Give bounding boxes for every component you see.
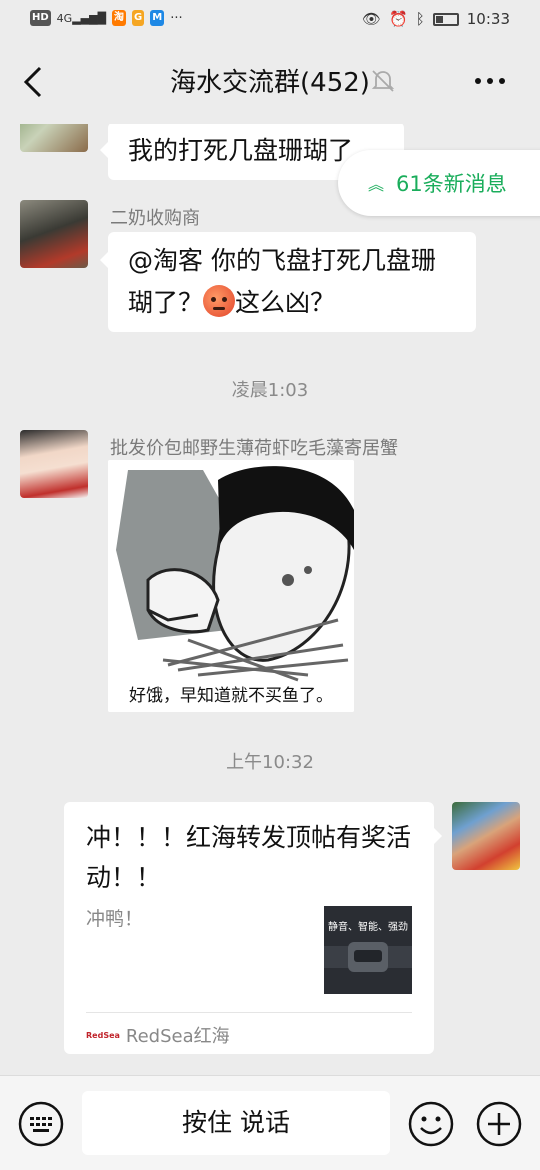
alarm-icon: ⏰	[389, 10, 408, 28]
card-divider	[86, 1012, 412, 1013]
link-card-source: RedSea RedSea红海	[86, 1022, 230, 1048]
app-notification-icon: M	[150, 10, 165, 26]
link-card-description: 冲鸭！	[86, 908, 144, 930]
more-dots-icon	[475, 78, 505, 84]
redsea-logo-icon: RedSea	[86, 1030, 120, 1040]
sticker-image[interactable]: 好饿，早知道就不买鱼了。	[108, 460, 354, 712]
signal-icon: 4G▂▄▆█	[56, 11, 107, 25]
more-notifications-icon: ···	[170, 10, 183, 26]
sender-name: 批发价包邮野生薄荷虾吃毛藻寄居蟹	[110, 438, 398, 459]
avatar[interactable]	[20, 124, 88, 152]
hold-to-talk-button[interactable]: 按住 说话	[82, 1091, 390, 1155]
status-time: 10:33	[466, 10, 510, 28]
eye-icon: 👁	[362, 10, 382, 28]
smiley-icon	[408, 1101, 454, 1147]
message-bubble[interactable]: @淘客 你的飞盘打死几盘珊瑚了？ 这么凶？	[100, 232, 476, 332]
sticker-caption: 好饿，早知道就不买鱼了。	[129, 686, 333, 706]
avatar[interactable]	[20, 430, 88, 498]
keyboard-toggle-button[interactable]	[18, 1101, 64, 1147]
meme-sticker-icon	[108, 460, 354, 712]
link-card-title: 冲！！！红海转发顶帖有奖活动！！	[86, 823, 412, 892]
status-bar: HD 4G▂▄▆█ 淘 G M ··· 👁 ⏰ ᛒ 10:33	[0, 0, 540, 40]
product-image-icon	[324, 942, 412, 972]
source-name: RedSea红海	[125, 1026, 230, 1047]
message-text: 我的打死几盘珊瑚了	[128, 136, 354, 165]
status-left-icons: HD 4G▂▄▆█ 淘 G M ···	[30, 10, 183, 26]
timestamp: 上午10:32	[226, 752, 314, 773]
chat-title: 海水交流群(452)	[170, 68, 370, 98]
taobao-app-icon: 淘	[112, 10, 127, 26]
my-avatar[interactable]	[452, 802, 520, 870]
battery-icon	[432, 12, 459, 26]
message-text: 这么凶？	[235, 288, 336, 317]
shared-link-card[interactable]: 冲！！！红海转发顶帖有奖活动！！ 冲鸭！ 静音、智能、强劲 RedSea Red…	[64, 802, 442, 1054]
status-right-icons: 👁 ⏰ ᛒ 10:33	[362, 10, 510, 28]
angry-face-emoji-icon	[203, 285, 236, 317]
more-options-button[interactable]	[470, 66, 510, 96]
sender-name: 二奶收购商	[110, 208, 200, 229]
hd-icon: HD	[30, 10, 51, 26]
new-messages-label: 61条新消息	[396, 172, 507, 196]
double-chevron-up-icon: ︽	[368, 175, 385, 194]
keyboard-icon	[18, 1101, 64, 1147]
bluetooth-icon: ᛒ	[415, 10, 425, 28]
link-card-thumbnail: 静音、智能、强劲	[324, 906, 412, 994]
emoji-button[interactable]	[408, 1101, 454, 1147]
chat-header: 海水交流群(452)	[0, 40, 540, 124]
input-bar: 按住 说话	[0, 1075, 540, 1170]
timestamp: 凌晨1:03	[231, 380, 309, 401]
more-functions-button[interactable]	[476, 1101, 522, 1147]
avatar[interactable]	[20, 200, 88, 268]
plus-icon	[476, 1101, 522, 1147]
mute-bell-icon	[370, 68, 396, 94]
app-notification-icon: G	[132, 10, 145, 26]
new-messages-button[interactable]: ︽ 61条新消息	[338, 150, 540, 216]
